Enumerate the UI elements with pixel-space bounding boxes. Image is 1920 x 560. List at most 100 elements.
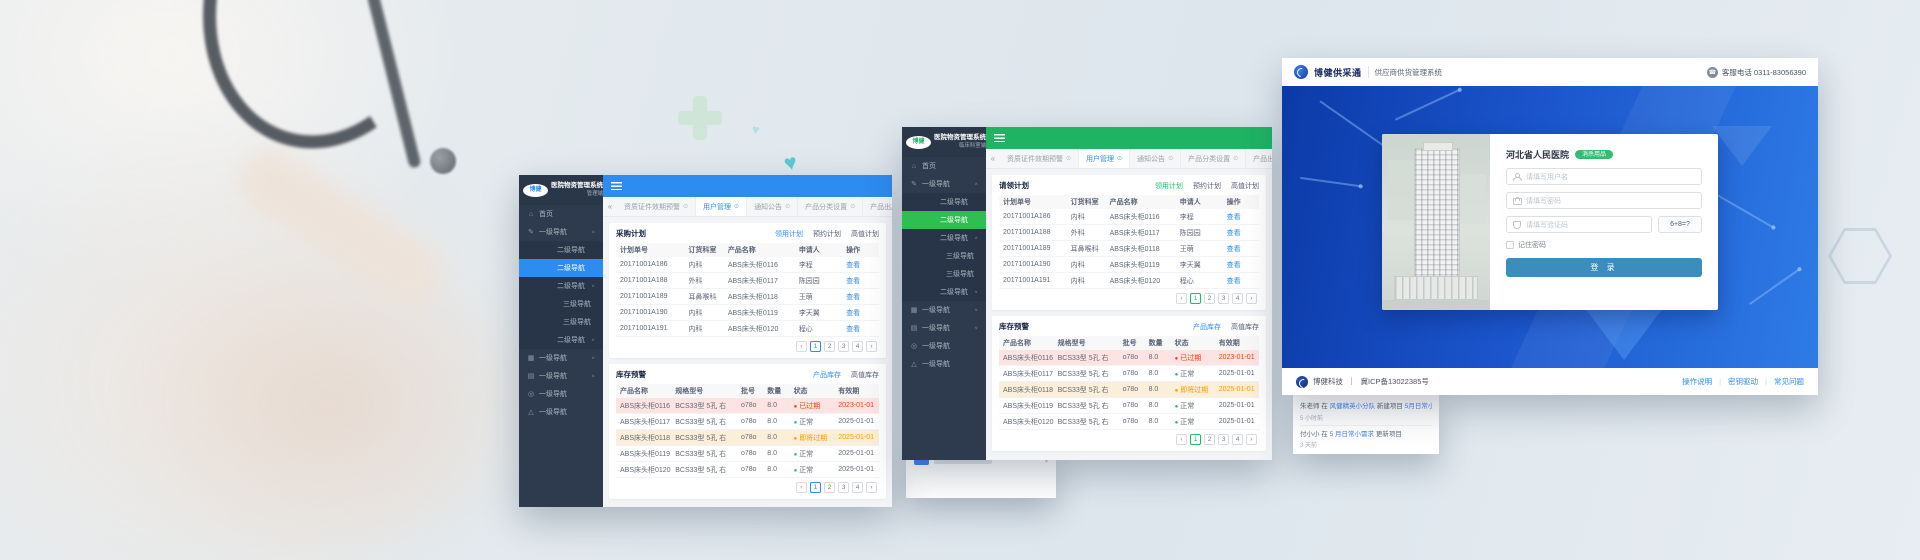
table-row: ABS床头柜0118 BCS33型 5孔 右 o78o 8.0 ●即将过期 20… bbox=[616, 430, 879, 446]
username-field[interactable]: 请填写用户名 bbox=[1506, 168, 1702, 185]
sidebar-item[interactable]: 二级导航 bbox=[902, 193, 986, 211]
pager-item[interactable]: 3 bbox=[838, 341, 849, 352]
sidebar-item[interactable]: 二级导航 bbox=[519, 241, 603, 259]
hamburger-icon[interactable] bbox=[611, 182, 622, 190]
activity-link[interactable]: 5月日常小需求 bbox=[1405, 403, 1432, 410]
tab[interactable]: 用户管理 ⊙ bbox=[696, 197, 747, 216]
footer-link[interactable]: 密钥驱动 bbox=[1712, 376, 1758, 387]
pager-item[interactable]: 2 bbox=[824, 341, 835, 352]
remember-checkbox[interactable] bbox=[1506, 241, 1514, 249]
status-cell: ●即将过期 bbox=[1171, 385, 1215, 395]
sidebar-item[interactable]: ▦ 一级导航 ∨ bbox=[519, 349, 603, 367]
pager-item[interactable]: ‹ bbox=[796, 482, 807, 493]
view-link[interactable]: 查看 bbox=[1223, 212, 1259, 222]
sidebar-item[interactable]: 三级导航 bbox=[902, 247, 986, 265]
pager-item[interactable]: ‹ bbox=[1176, 293, 1187, 304]
collapse-tabs-icon[interactable]: « bbox=[986, 149, 1000, 168]
collapse-tabs-icon[interactable]: « bbox=[603, 197, 617, 216]
tab[interactable]: 资质证件效期预警 ⊙ bbox=[1000, 149, 1079, 168]
tab[interactable]: 用户管理 ⊙ bbox=[1079, 149, 1130, 168]
view-link[interactable]: 查看 bbox=[1223, 260, 1259, 270]
tab[interactable]: 产品分类设置 ⊙ bbox=[1181, 149, 1246, 168]
pager-item[interactable]: 1 bbox=[810, 482, 821, 493]
sidebar-item[interactable]: ▤ 一级导航 ∨ bbox=[902, 319, 986, 337]
status-label: 正常 bbox=[799, 467, 813, 474]
sidebar-item[interactable]: △ 一级导航 bbox=[902, 355, 986, 373]
pager-item[interactable]: › bbox=[866, 341, 877, 352]
view-link[interactable]: 查看 bbox=[842, 292, 879, 302]
pager-item[interactable]: › bbox=[1246, 293, 1257, 304]
sidebar-item[interactable]: 二级导航 ∨ bbox=[902, 283, 986, 301]
plan-link[interactable]: 高值计划 bbox=[851, 229, 879, 239]
view-link[interactable]: 查看 bbox=[1223, 244, 1259, 254]
pager-item[interactable]: 4 bbox=[852, 341, 863, 352]
pager-item[interactable]: 3 bbox=[1218, 434, 1229, 445]
sidebar-item[interactable]: ⌂ 首页 bbox=[902, 157, 986, 175]
tab[interactable]: 产品出库 ⊙ bbox=[1246, 149, 1272, 168]
hamburger-icon[interactable] bbox=[994, 134, 1005, 142]
pager-item[interactable]: 3 bbox=[1218, 293, 1229, 304]
pager-item[interactable]: › bbox=[1246, 434, 1257, 445]
sidebar-item[interactable]: △ 一级导航 bbox=[519, 403, 603, 421]
pager-item[interactable]: 1 bbox=[1190, 434, 1201, 445]
sidebar-item[interactable]: ⌂ 首页 bbox=[519, 205, 603, 223]
pager-item[interactable]: › bbox=[866, 482, 877, 493]
tab[interactable]: 产品分类设置 ⊙ bbox=[798, 197, 863, 216]
sidebar-item[interactable]: 二级导航 bbox=[902, 211, 986, 229]
pager-item[interactable]: 2 bbox=[1204, 293, 1215, 304]
plan-id-cell: 20171001A186 bbox=[999, 213, 1067, 220]
tab[interactable]: 资质证件效期预警 ⊙ bbox=[617, 197, 696, 216]
activity-link[interactable]: 5 月日常小需求 bbox=[1330, 431, 1374, 438]
sidebar-item[interactable]: 二级导航 ∧ bbox=[902, 229, 986, 247]
tab[interactable]: 通知公告 ⊙ bbox=[1130, 149, 1181, 168]
sidebar-item[interactable]: ▦ 一级导航 ∨ bbox=[902, 301, 986, 319]
view-link[interactable]: 查看 bbox=[842, 260, 879, 270]
view-link[interactable]: 查看 bbox=[842, 308, 879, 318]
sidebar-item[interactable]: 二级导航 ∨ bbox=[519, 331, 603, 349]
pager-item[interactable]: 4 bbox=[1232, 434, 1243, 445]
pager-item[interactable]: ‹ bbox=[1176, 434, 1187, 445]
sidebar-item[interactable]: ◎ 一级导航 bbox=[519, 385, 603, 403]
pager-item[interactable]: 3 bbox=[838, 482, 849, 493]
activity-link[interactable]: 风健精英小分队 bbox=[1330, 403, 1376, 410]
footer-link[interactable]: 常见问题 bbox=[1758, 376, 1804, 387]
plan-link[interactable]: 预约计划 bbox=[1193, 181, 1221, 191]
stock-link[interactable]: 产品库存 bbox=[1193, 322, 1221, 332]
view-link[interactable]: 查看 bbox=[842, 324, 879, 334]
login-button[interactable]: 登 录 bbox=[1506, 258, 1702, 277]
view-link[interactable]: 查看 bbox=[842, 276, 879, 286]
sidebar-item[interactable]: 二级导航 ∧ bbox=[519, 277, 603, 295]
stock-link[interactable]: 高值库存 bbox=[1231, 322, 1259, 332]
plan-link[interactable]: 高值计划 bbox=[1231, 181, 1259, 191]
view-link[interactable]: 查看 bbox=[1223, 228, 1259, 238]
pager-item[interactable]: 1 bbox=[1190, 293, 1201, 304]
pager-item[interactable]: 2 bbox=[824, 482, 835, 493]
sidebar-item[interactable]: 三级导航 bbox=[519, 295, 603, 313]
pager-item[interactable]: ‹ bbox=[796, 341, 807, 352]
pager-item[interactable]: 2 bbox=[1204, 434, 1215, 445]
stock-link[interactable]: 产品库存 bbox=[813, 370, 841, 380]
expiry-cell: 2025-01-01 bbox=[1215, 370, 1259, 377]
pager-item[interactable]: 1 bbox=[810, 341, 821, 352]
plan-link[interactable]: 预约计划 bbox=[813, 229, 841, 239]
sidebar-item[interactable]: ✎ 一级导航 ∧ bbox=[902, 175, 986, 193]
captcha-challenge[interactable]: 6+8=? bbox=[1658, 216, 1702, 233]
view-link[interactable]: 查看 bbox=[1223, 276, 1259, 286]
captcha-field[interactable]: 请填写验证码 bbox=[1506, 216, 1652, 233]
plan-link[interactable]: 领用计划 bbox=[1155, 181, 1183, 191]
sidebar-item[interactable]: ✎ 一级导航 ∧ bbox=[519, 223, 603, 241]
sidebar-item[interactable]: ◎ 一级导航 bbox=[902, 337, 986, 355]
tab[interactable]: 产品出库 ⊙ bbox=[863, 197, 892, 216]
footer-link[interactable]: 操作说明 bbox=[1682, 376, 1712, 387]
sidebar-item[interactable]: 三级导航 bbox=[902, 265, 986, 283]
sidebar-item[interactable]: 二级导航 bbox=[519, 259, 603, 277]
stock-link[interactable]: 高值库存 bbox=[851, 370, 879, 380]
table-row: 20171001A189 耳鼻喉科 ABS床头柜0118 王萌 查看 bbox=[999, 241, 1259, 257]
pager-item[interactable]: 4 bbox=[1232, 293, 1243, 304]
sidebar-item[interactable]: 三级导航 bbox=[519, 313, 603, 331]
pager-item[interactable]: 4 bbox=[852, 482, 863, 493]
tab[interactable]: 通知公告 ⊙ bbox=[747, 197, 798, 216]
sidebar-item[interactable]: ▤ 一级导航 ∨ bbox=[519, 367, 603, 385]
plan-link[interactable]: 领用计划 bbox=[775, 229, 803, 239]
password-field[interactable]: 请填写密码 bbox=[1506, 192, 1702, 209]
